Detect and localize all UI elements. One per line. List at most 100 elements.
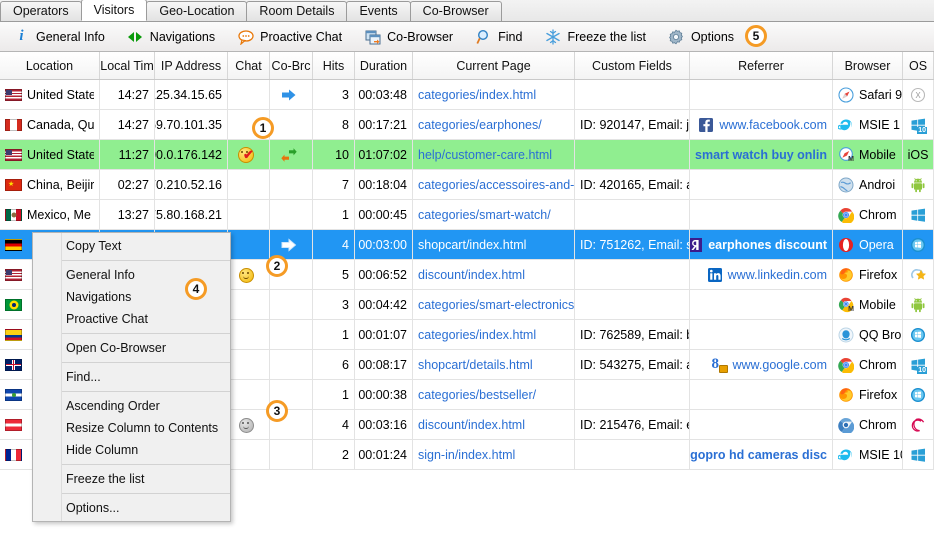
toolbar-navigations-button[interactable]: Navigations: [118, 24, 224, 50]
column-header-referrer[interactable]: Referrer: [690, 52, 833, 79]
google-lock-icon: 8: [712, 356, 728, 373]
current-page-link[interactable]: discount/index.html: [418, 268, 525, 282]
win10-icon: 10: [910, 117, 927, 134]
current-page-link[interactable]: categories/index.html: [418, 328, 536, 342]
cell-chat: [228, 320, 270, 349]
cell-duration: 00:00:45: [355, 200, 413, 229]
cell-location: Canada, Qu: [0, 110, 100, 139]
current-page-link[interactable]: discount/index.html: [418, 418, 525, 432]
column-header-os[interactable]: OS: [903, 52, 934, 79]
callout-badge-5: 5: [745, 25, 767, 47]
cell-hits: 6: [313, 350, 355, 379]
menu-item-copy-text[interactable]: Copy Text: [33, 235, 230, 257]
current-page-link[interactable]: help/customer-care.html: [418, 148, 552, 162]
column-context-menu[interactable]: Copy Text General Info Navigations Proactiv…: [32, 232, 231, 522]
menu-item-freeze-the-list[interactable]: Freeze the list: [33, 468, 230, 490]
browser-label: Chrom: [859, 417, 897, 432]
cell-referrer: 8 www.google.com: [690, 350, 833, 379]
debian-icon: [910, 417, 926, 433]
safari-icon: [838, 86, 854, 103]
tab-operators[interactable]: Operators: [0, 1, 82, 21]
column-header-duration[interactable]: Duration: [355, 52, 413, 79]
current-page-link[interactable]: categories/accessoires-and-p: [418, 178, 574, 192]
current-page-link[interactable]: categories/bestseller/: [418, 388, 536, 402]
current-page-link[interactable]: categories/smart-watch/: [418, 208, 551, 222]
flag-icon-cn: ★: [5, 178, 22, 191]
tab-room-details[interactable]: Room Details: [246, 1, 348, 21]
toolbar-options-button[interactable]: Options: [659, 24, 743, 50]
menu-item-open-co-browser[interactable]: Open Co-Browser: [33, 337, 230, 359]
current-page-link[interactable]: categories/smart-electronics/: [418, 298, 574, 312]
cell-referrer: [690, 170, 833, 199]
table-row[interactable]: Mexico, Me 13:27175.80.168.21 100:00:45 cat…: [0, 200, 934, 230]
yandex-icon: [690, 237, 703, 253]
cell-custom_fields: [575, 440, 690, 469]
cell-local_time: 13:27: [100, 200, 155, 229]
cell-cobrowser: [270, 140, 313, 169]
menu-item-proactive-chat[interactable]: Proactive Chat: [33, 308, 230, 330]
column-header-chat[interactable]: Chat: [228, 52, 270, 79]
column-header-hits[interactable]: Hits: [313, 52, 355, 79]
current-page-link[interactable]: shopcart/details.html: [418, 358, 533, 372]
cell-browser: Firefox: [833, 380, 903, 409]
tab-events[interactable]: Events: [346, 1, 411, 21]
referrer-link[interactable]: www.google.com: [733, 358, 828, 372]
cell-current_page: shopcart/index.html: [413, 230, 575, 259]
menu-item-resize-column-to-contents[interactable]: Resize Column to Contents: [33, 417, 230, 439]
menu-item-options[interactable]: Options...: [33, 497, 230, 519]
table-row[interactable]: Canada, Qu 14:27 69.70.101.35 8 00:17:21 cate…: [0, 110, 934, 140]
referrer-link[interactable]: earphones discount: [708, 238, 827, 252]
toolbar-co-browser-button[interactable]: Co-Browser: [355, 24, 462, 50]
column-header-cobrowser[interactable]: Co-Brc: [270, 52, 313, 79]
cell-current_page: sign-in/index.html: [413, 440, 575, 469]
toolbar-general-info-button[interactable]: i General Info: [4, 24, 114, 50]
menu-item-hide-column[interactable]: Hide Column: [33, 439, 230, 461]
browser-label: Androi: [859, 177, 896, 192]
toolbar-item-label: Options: [690, 29, 735, 44]
current-page-link[interactable]: categories/earphones/: [418, 118, 542, 132]
referrer-link[interactable]: www.linkedin.com: [728, 268, 827, 282]
gear-icon: [668, 28, 685, 45]
cell-os: [903, 380, 934, 409]
location-label: China, Beijir: [27, 177, 94, 192]
column-header-location[interactable]: Location: [0, 52, 100, 79]
cell-chat: [228, 290, 270, 319]
current-page-link[interactable]: categories/index.html: [418, 88, 536, 102]
referrer-link[interactable]: gopro hd cameras disc: [690, 448, 827, 462]
tab-co-browser[interactable]: Co-Browser: [409, 1, 502, 21]
cell-browser: M Mobile: [833, 290, 903, 319]
table-row[interactable]: United State 11:27200.0.176.142 ✔ 1001:07:0…: [0, 140, 934, 170]
menu-item-ascending-order[interactable]: Ascending Order: [33, 395, 230, 417]
cell-chat: [228, 350, 270, 379]
table-row[interactable]: United State 14:27 125.34.15.65 3 00:03:48 ca…: [0, 80, 934, 110]
toolbar-freeze-the-list-button[interactable]: Freeze the list: [535, 24, 655, 50]
cell-chat: [228, 440, 270, 469]
osx-icon: X: [910, 87, 926, 103]
column-header-current_page[interactable]: Current Page: [413, 52, 575, 79]
cell-referrer: [690, 290, 833, 319]
cell-custom_fields: [575, 200, 690, 229]
cell-browser: MSIE 1: [833, 110, 903, 139]
column-header-custom_fields[interactable]: Custom Fields: [575, 52, 690, 79]
table-row[interactable]: ★ China, Beijir 02:27170.210.52.16 700:18:0…: [0, 170, 934, 200]
toolbar-find-button[interactable]: Find: [466, 24, 531, 50]
cell-browser: Firefox: [833, 260, 903, 289]
browser-label: QQ Bro: [859, 327, 902, 342]
cell-hits: 3: [313, 80, 355, 109]
cell-chat: [228, 200, 270, 229]
tab-visitors[interactable]: Visitors: [80, 0, 148, 21]
column-header-ip[interactable]: IP Address: [155, 52, 228, 79]
menu-item-find[interactable]: Find...: [33, 366, 230, 388]
tab-geo-location[interactable]: Geo-Location: [146, 1, 248, 21]
cell-custom_fields: [575, 260, 690, 289]
cell-browser: Androi: [833, 170, 903, 199]
column-header-browser[interactable]: Browser: [833, 52, 903, 79]
current-page-link[interactable]: sign-in/index.html: [418, 448, 515, 462]
toolbar-proactive-chat-button[interactable]: Proactive Chat: [228, 24, 351, 50]
referrer-link[interactable]: smart watch buy onlin: [695, 148, 827, 162]
column-header-local_time[interactable]: Local Tim: [100, 52, 155, 79]
referrer-link[interactable]: www.facebook.com: [719, 118, 827, 132]
flag-icon-sv: [5, 388, 22, 401]
location-label: Canada, Qu: [27, 117, 94, 132]
current-page-link[interactable]: shopcart/index.html: [418, 238, 526, 252]
